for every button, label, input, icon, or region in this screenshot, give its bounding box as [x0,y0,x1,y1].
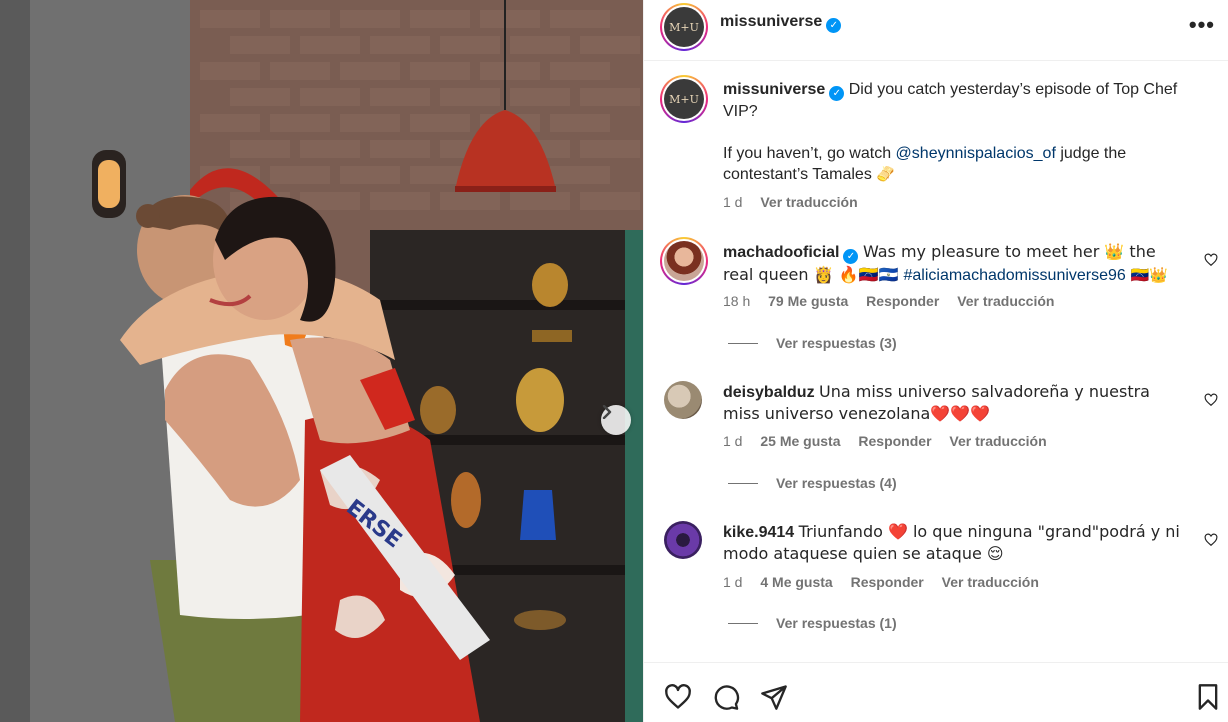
like-comment-heart-icon[interactable] [1204,253,1218,267]
caption-translate-link[interactable]: Ver traducción [760,194,857,210]
view-replies-button[interactable]: Ver respuestas (3) [728,335,897,351]
comment-time[interactable]: 1 d [723,433,742,449]
tamale-emoji: 🫔 [876,165,895,183]
caption-username[interactable]: missuniverse [723,81,825,98]
comments-list: M+U missuniverse ✓ Did you catch yesterda… [644,62,1228,662]
mu-logo: M+U [664,7,704,47]
caption-time[interactable]: 1 d [723,194,742,210]
next-photo-button[interactable] [601,405,631,435]
translate-link[interactable]: Ver traducción [957,293,1054,309]
mu-logo: M+U [664,79,704,119]
verified-badge-icon: ✓ [843,249,859,264]
hashtag-link[interactable]: #aliciamachadomissuniverse96 [903,267,1125,284]
view-replies-button[interactable]: Ver respuestas (1) [728,615,897,631]
like-comment-heart-icon[interactable] [1204,533,1218,547]
reply-button[interactable]: Responder [858,433,931,449]
post-header: M+U missuniverse ✓ ••• [644,0,1228,61]
post-detail-panel: M+U missuniverse ✓ ••• M+U missuniverse ✓ … [643,0,1228,722]
bookmark-icon[interactable] [1194,683,1222,711]
mention-link[interactable]: @sheynnispalacios_of [896,145,1056,162]
comment-avatar[interactable] [664,381,702,419]
comment-likes[interactable]: 25 Me gusta [760,433,840,449]
chevron-right-icon [602,405,612,419]
post-action-bar [644,662,1228,722]
user-photo [664,241,704,281]
comment-likes[interactable]: 79 Me gusta [768,293,848,309]
translate-link[interactable]: Ver traducción [949,433,1046,449]
view-replies-label: Ver respuestas (4) [776,475,897,491]
reply-button[interactable]: Responder [866,293,939,309]
comment-time[interactable]: 1 d [723,574,742,590]
view-replies-label: Ver respuestas (1) [776,615,897,631]
comment-username[interactable]: kike.9414 [723,524,794,541]
caption-avatar[interactable]: M+U [660,75,708,123]
more-icon[interactable]: ••• [1189,12,1215,38]
view-replies-button[interactable]: Ver respuestas (4) [728,475,897,491]
translate-link[interactable]: Ver traducción [942,574,1039,590]
comment-username[interactable]: deisybalduz [723,384,815,401]
comment-avatar[interactable] [664,521,702,559]
comment-likes[interactable]: 4 Me gusta [760,574,832,590]
photo-illustration: ERSE [0,0,643,722]
share-icon[interactable] [760,683,788,711]
like-comment-heart-icon[interactable] [1204,393,1218,407]
reply-button[interactable]: Responder [851,574,924,590]
comment-icon[interactable] [712,683,740,711]
comment-username[interactable]: machadooficial [723,244,839,261]
comment-time[interactable]: 18 h [723,293,750,309]
comment-avatar[interactable] [660,237,708,285]
post-photo: ERSE [0,0,643,722]
view-replies-label: Ver respuestas (3) [776,335,897,351]
verified-badge-icon: ✓ [829,86,845,101]
verified-badge-icon: ✓ [826,18,842,33]
heart-icon[interactable] [664,683,692,711]
header-username[interactable]: missuniverse [720,13,822,30]
comment-text-tail: 🇻🇪👑 [1125,266,1168,284]
caption-text: If you haven’t, go watch [723,145,896,162]
header-avatar[interactable]: M+U [660,3,708,51]
